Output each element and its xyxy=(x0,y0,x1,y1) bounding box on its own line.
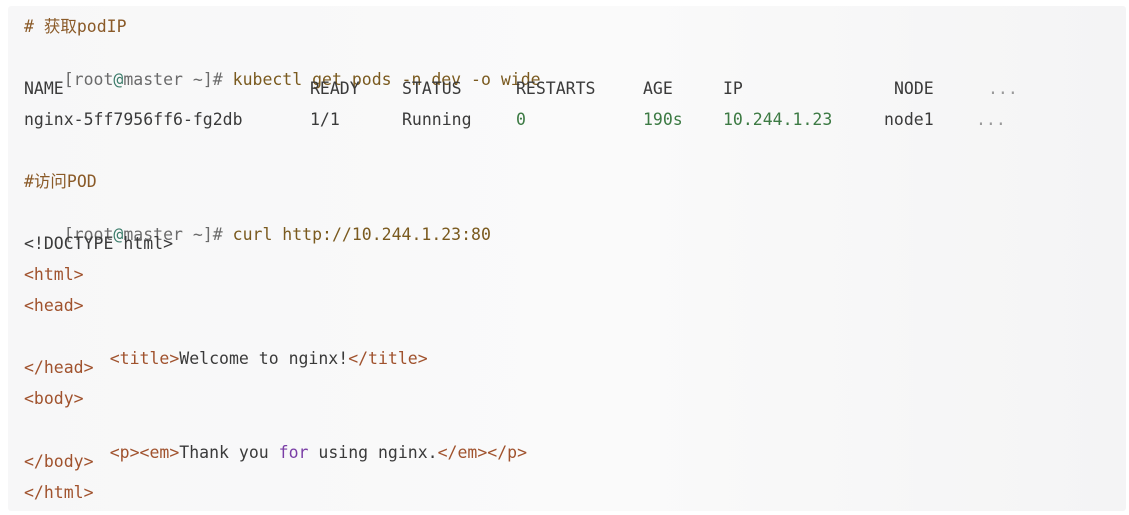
title-close-tag: </title> xyxy=(348,349,428,368)
p-open-tags: <p><em> xyxy=(109,443,180,462)
output-body-close: </body> xyxy=(24,452,94,471)
output-body-open: <body> xyxy=(24,389,84,408)
title-text: Welcome to nginx! xyxy=(179,349,349,368)
p-text-start: Thank you xyxy=(179,443,279,462)
cell-more: ... xyxy=(976,110,1006,129)
header-restarts: RESTARTS xyxy=(516,79,596,98)
output-html-open: <html> xyxy=(24,265,84,284)
comment-get-pod-ip: # 获取podIP xyxy=(24,17,127,36)
p-keyword-for: for xyxy=(278,443,309,462)
cell-age: 190s xyxy=(643,110,683,129)
code-block: # 获取podIP [root@master ~]# kubectl get p… xyxy=(8,6,1126,511)
output-head-close: </head> xyxy=(24,358,94,377)
header-node: NODE xyxy=(894,79,934,98)
cell-ip: 10.244.1.23 xyxy=(723,110,833,129)
title-open-tag: <title> xyxy=(109,349,180,368)
header-ready: READY xyxy=(310,79,360,98)
output-html-close: </html> xyxy=(24,483,94,502)
cell-name: nginx-5ff7956ff6-fg2db xyxy=(24,110,243,129)
cell-restarts: 0 xyxy=(516,110,526,129)
p-text-end: using nginx. xyxy=(308,443,438,462)
header-ip: IP xyxy=(723,79,743,98)
output-paragraph-line: <p><em>Thank you for using nginx.</em></… xyxy=(70,420,527,486)
header-more: ... xyxy=(988,79,1018,98)
table-row: nginx-5ff7956ff6-fg2db 1/1 Running 0 190… xyxy=(24,109,1104,131)
table-header-row: NAME READY STATUS RESTARTS AGE IP NODE .… xyxy=(24,78,1104,100)
output-title-line: <title>Welcome to nginx!</title> xyxy=(70,326,428,392)
header-status: STATUS xyxy=(402,79,462,98)
cell-node: node1 xyxy=(884,110,934,129)
cell-status: Running xyxy=(402,110,472,129)
p-close-tags: </em></p> xyxy=(437,443,527,462)
curl-command: curl http://10.244.1.23:80 xyxy=(222,225,491,244)
output-head-open: <head> xyxy=(24,296,84,315)
cell-ready: 1/1 xyxy=(310,110,340,129)
output-doctype: <!DOCTYPE html> xyxy=(24,234,174,253)
comment-access-pod: #访问POD xyxy=(24,172,97,191)
header-age: AGE xyxy=(643,79,673,98)
header-name: NAME xyxy=(24,79,64,98)
